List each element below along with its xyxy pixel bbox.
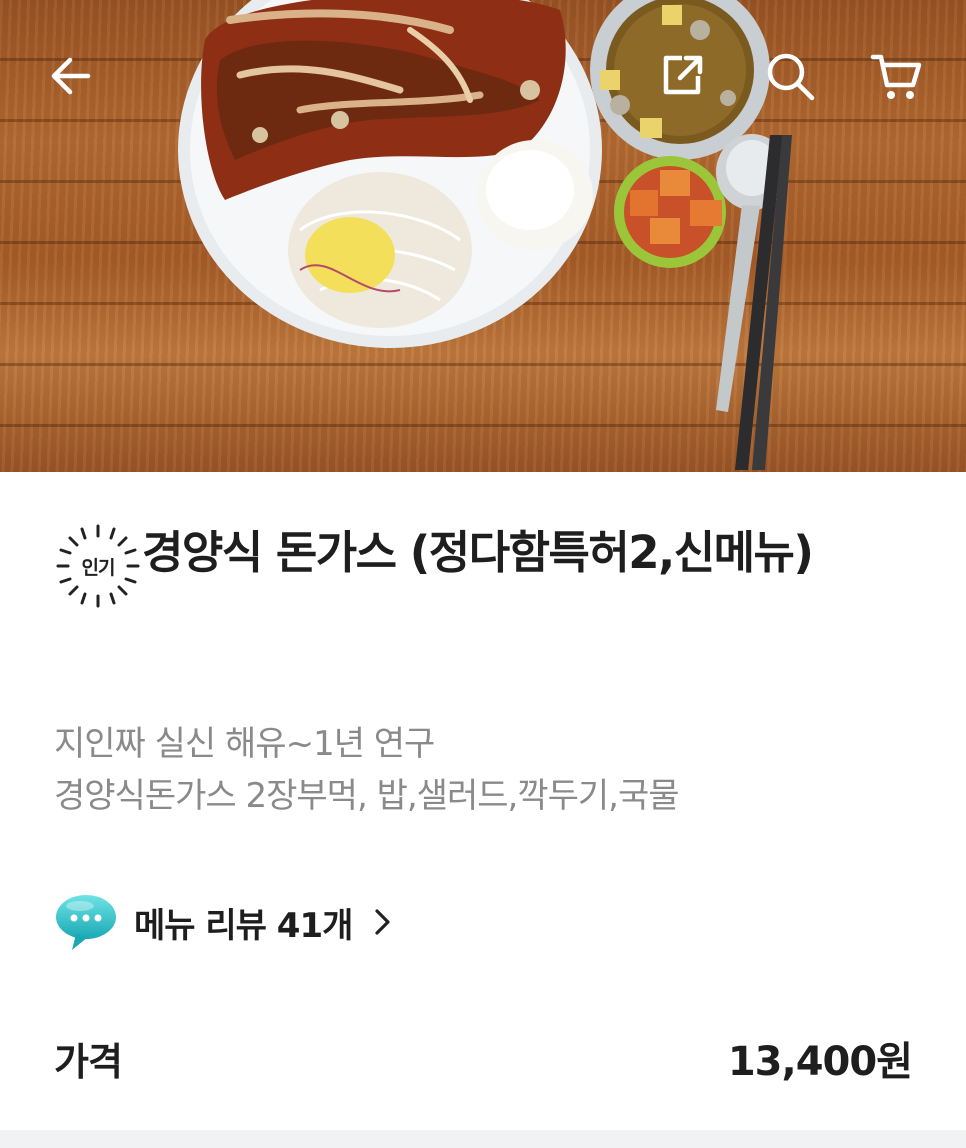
menu-description: 지인짜 실신 해유~1년 연구 경양식돈가스 2장부먹, 밥,샐러드,깍두기,국… (54, 718, 914, 822)
back-button[interactable] (38, 44, 102, 108)
price-value: 13,400원 (727, 1039, 913, 1085)
search-button[interactable] (758, 44, 822, 108)
chevron-right-icon (375, 909, 390, 935)
price-row: 가격 13,400원 (54, 1028, 913, 1088)
menu-title: 경양식 돈가스 (정다함특허2,신메뉴) (142, 526, 814, 579)
section-divider (0, 1130, 966, 1148)
search-icon (767, 53, 815, 101)
popular-badge: 인기 (54, 522, 142, 610)
cart-button[interactable] (864, 44, 928, 108)
description-line: 지인짜 실신 해유~1년 연구 (54, 724, 435, 764)
menu-photo (0, 0, 966, 472)
description-line: 경양식돈가스 2장부먹, 밥,샐러드,깍두기,국물 (54, 776, 680, 816)
speech-bubble-icon (56, 895, 116, 950)
badge-label: 인기 (81, 556, 116, 579)
arrow-left-icon (51, 57, 91, 95)
share-icon (663, 55, 703, 95)
cart-icon (870, 54, 922, 99)
menu-detail: 인기 경양식 돈가스 (정다함특허2,신메뉴) 지인짜 실신 해유~1년 연구 … (0, 472, 966, 1148)
share-button[interactable] (650, 44, 714, 108)
menu-title-block: 인기 경양식 돈가스 (정다함특허2,신메뉴) (54, 522, 924, 610)
review-count-label: 메뉴 리뷰 41개 (134, 905, 353, 946)
top-app-bar (0, 0, 966, 150)
menu-review-link[interactable]: 메뉴 리뷰 41개 (54, 892, 392, 952)
price-label: 가격 (54, 1039, 123, 1084)
